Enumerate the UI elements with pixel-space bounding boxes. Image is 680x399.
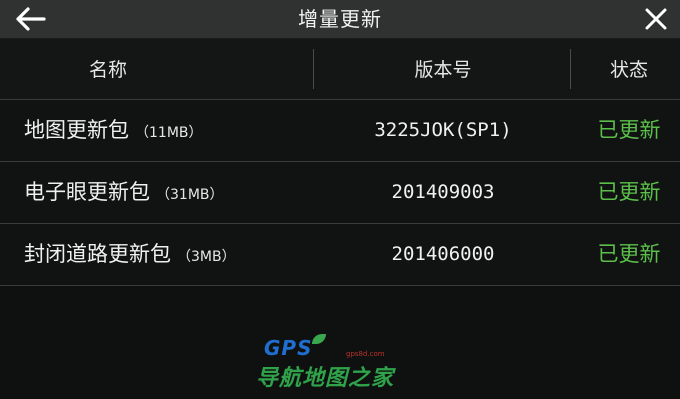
watermark-url: gps8d.com: [346, 350, 385, 358]
watermark-tagline: 导航地图之家: [256, 366, 395, 391]
table-row[interactable]: 地图更新包 （11MB） 3225JOK(SP1) 已更新: [0, 100, 680, 162]
leaf-icon: [312, 334, 326, 344]
column-header-status: 状态: [609, 59, 648, 81]
table-header: 名称 版本号 状态: [0, 39, 680, 100]
package-name: 封闭道路更新包 （3MB）: [24, 224, 236, 285]
close-button[interactable]: [640, 3, 672, 35]
title-bar: 增量更新: [0, 0, 680, 39]
status-badge: 已更新: [597, 118, 661, 142]
table-row[interactable]: 电子眼更新包 （31MB） 201409003 已更新: [0, 162, 680, 224]
close-icon: [645, 8, 667, 30]
package-name: 电子眼更新包 （31MB）: [24, 162, 224, 223]
package-size: （11MB）: [135, 125, 203, 141]
package-size: （31MB）: [156, 187, 224, 203]
incremental-update-window: 增量更新 名称 版本号 状态 地图更新包 （11MB） 3225JOK(SP1) …: [0, 0, 680, 399]
package-version: 201406000: [391, 243, 495, 265]
package-version: 201409003: [391, 181, 495, 203]
watermark-logo: GPS gps8d.com 导航地图之家: [256, 332, 436, 392]
package-size: （3MB）: [177, 249, 236, 265]
column-divider: [313, 49, 314, 89]
package-name-text: 电子眼更新包: [24, 180, 150, 204]
column-header-version: 版本号: [414, 59, 472, 81]
table-row[interactable]: 封闭道路更新包 （3MB） 201406000 已更新: [0, 224, 680, 286]
package-version: 3225JOK(SP1): [374, 119, 512, 141]
package-name: 地图更新包 （11MB）: [24, 100, 203, 161]
package-name-text: 封闭道路更新包: [24, 242, 171, 266]
package-name-text: 地图更新包: [24, 118, 129, 142]
status-badge: 已更新: [597, 180, 661, 204]
page-title: 增量更新: [298, 7, 382, 31]
column-header-name: 名称: [88, 59, 127, 81]
status-badge: 已更新: [597, 242, 661, 266]
watermark-logo-text: GPS: [264, 336, 313, 360]
